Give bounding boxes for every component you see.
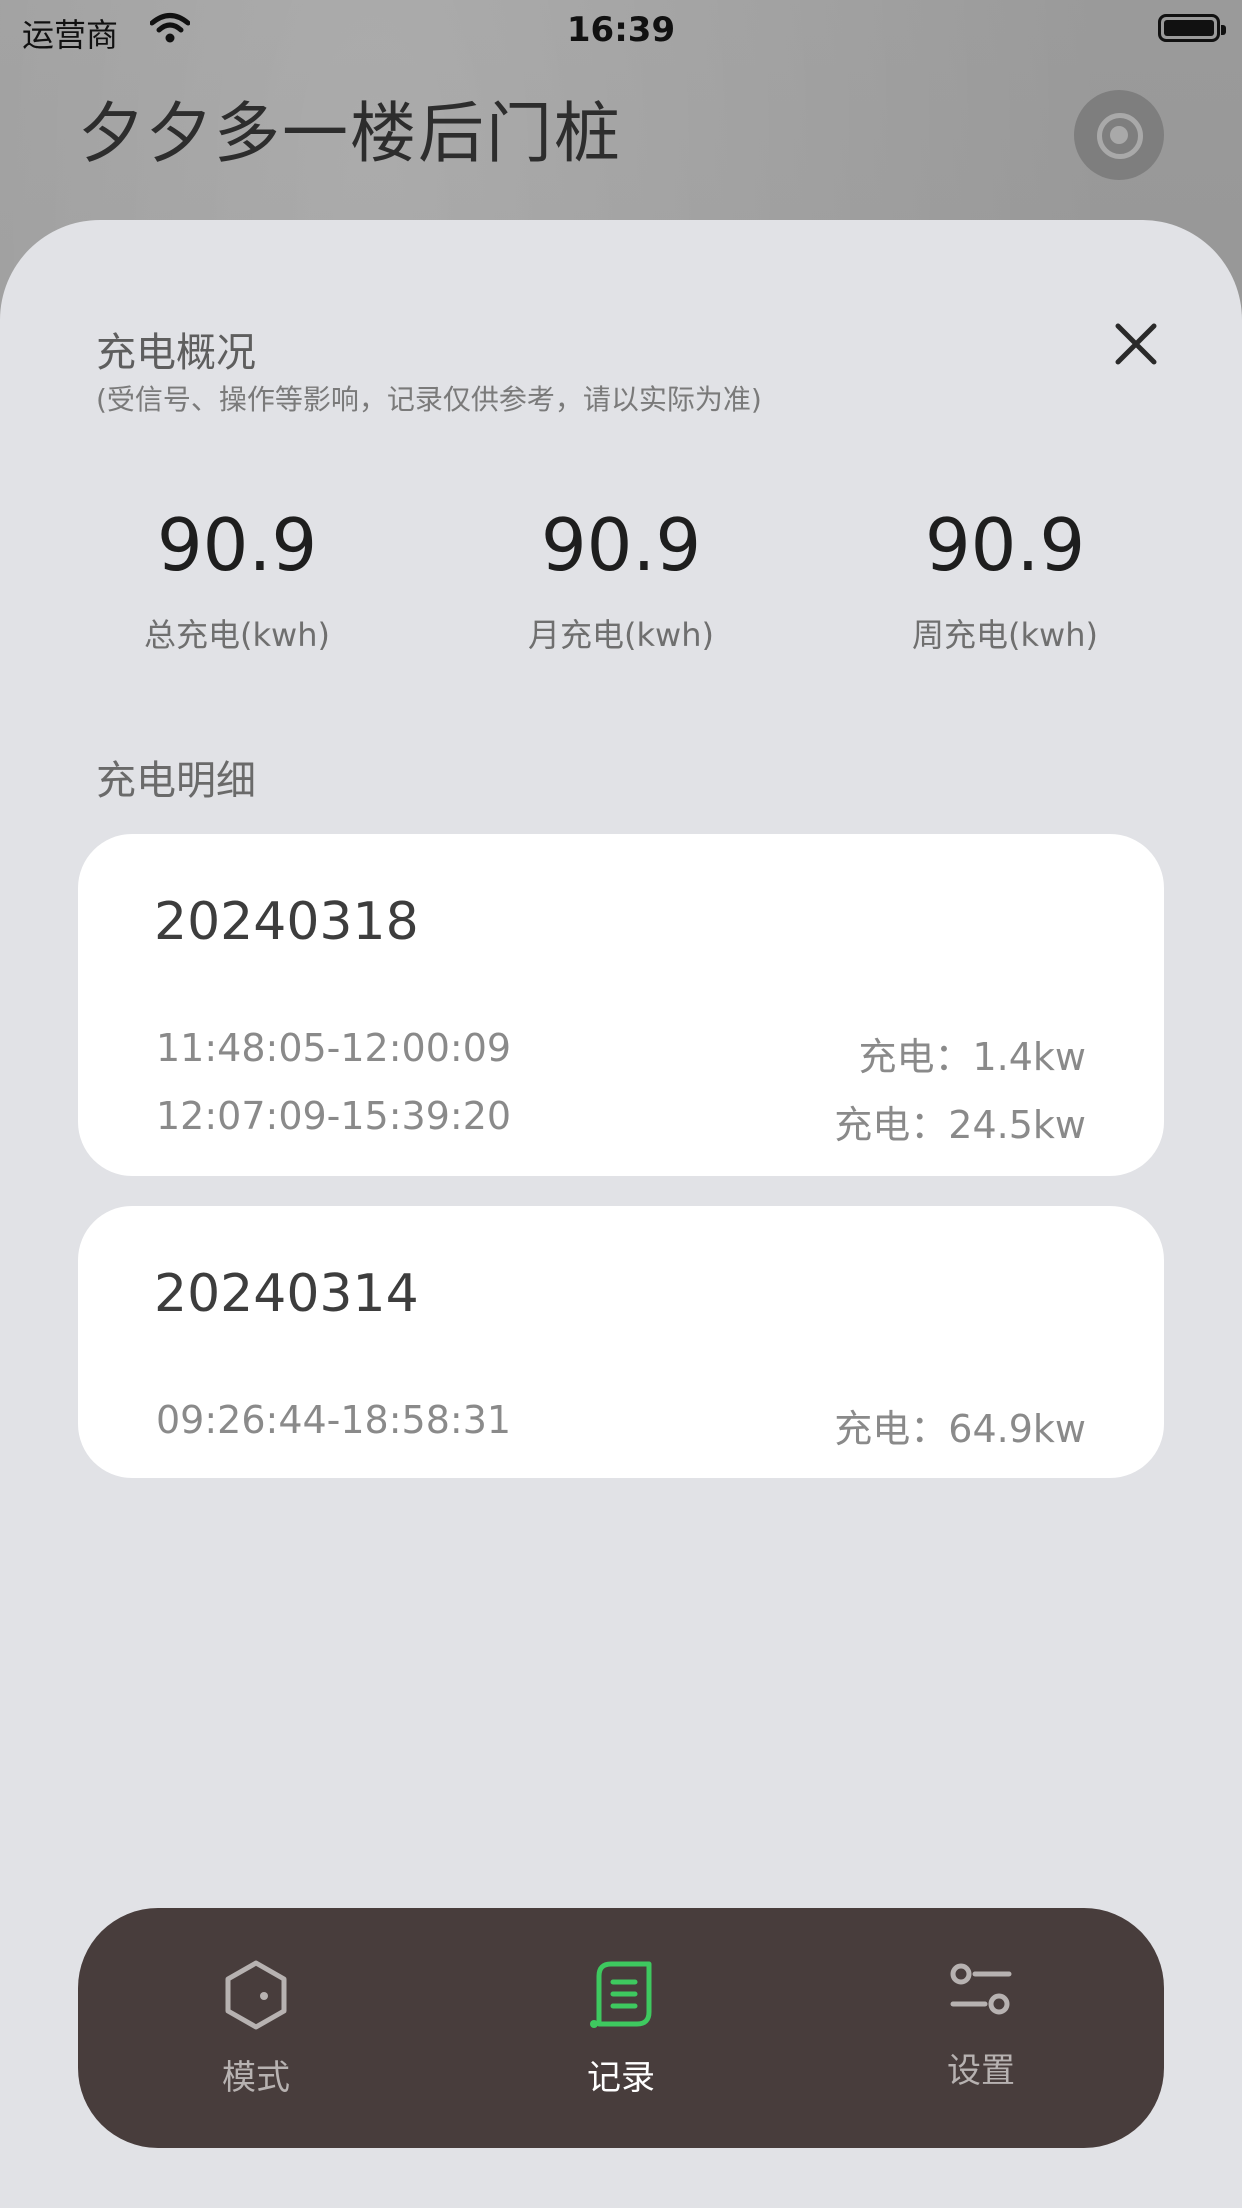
settings-sliders-icon <box>950 1963 1012 2015</box>
record-time: 09:26:44-18:58:31 <box>156 1398 512 1442</box>
target-button[interactable] <box>1074 90 1164 180</box>
record-date: 20240318 <box>154 892 419 952</box>
record-list-icon <box>590 1961 652 2028</box>
tab-records[interactable]: 记录 <box>521 1908 721 2148</box>
tab-label: 记录 <box>587 2058 655 2098</box>
record-card[interactable]: 20240318 11:48:05-12:00:09 充电：1.4kw 12:0… <box>78 834 1164 1176</box>
stat-value: 90.9 <box>540 503 702 587</box>
page-title: 夕夕多一楼后门桩 <box>78 95 622 172</box>
stat-label: 月充电(kwh) <box>528 616 714 654</box>
record-energy: 充电：24.5kw <box>834 1103 1086 1147</box>
detail-title: 充电明细 <box>96 758 256 804</box>
sheet-title: 充电概况 <box>96 330 256 376</box>
stat-label: 周充电(kwh) <box>912 616 1098 654</box>
record-time: 11:48:05-12:00:09 <box>156 1026 512 1070</box>
stat-month: 90.9 月充电(kwh) <box>456 500 786 656</box>
status-time: 16:39 <box>566 10 676 50</box>
record-date: 20240314 <box>154 1264 419 1324</box>
record-energy: 充电：1.4kw <box>858 1035 1086 1079</box>
tab-label: 设置 <box>947 2051 1015 2091</box>
stat-label: 总充电(kwh) <box>144 616 330 654</box>
stat-value: 90.9 <box>156 503 318 587</box>
close-icon <box>1115 323 1157 365</box>
hexagon-mode-icon <box>225 1960 287 2030</box>
stat-total: 90.9 总充电(kwh) <box>72 500 402 656</box>
tab-settings[interactable]: 设置 <box>881 1908 1081 2148</box>
battery-icon <box>1158 14 1226 42</box>
tab-mode[interactable]: 模式 <box>156 1908 356 2148</box>
bottom-tab-bar: 模式 记录 设置 <box>78 1908 1164 2148</box>
close-button[interactable] <box>1110 318 1162 370</box>
record-time: 12:07:09-15:39:20 <box>156 1094 512 1138</box>
record-energy: 充电：64.9kw <box>834 1407 1086 1451</box>
status-bar: 运营商 16:39 <box>0 0 1242 60</box>
stats-row: 90.9 总充电(kwh) 90.9 月充电(kwh) 90.9 周充电(kwh… <box>0 500 1242 700</box>
tab-label: 模式 <box>222 2058 290 2098</box>
sheet-subtitle: (受信号、操作等影响，记录仅供参考，请以实际为准) <box>96 383 762 416</box>
stat-week: 90.9 周充电(kwh) <box>840 500 1170 656</box>
record-card[interactable]: 20240314 09:26:44-18:58:31 充电：64.9kw <box>78 1206 1164 1478</box>
stat-value: 90.9 <box>924 503 1086 587</box>
